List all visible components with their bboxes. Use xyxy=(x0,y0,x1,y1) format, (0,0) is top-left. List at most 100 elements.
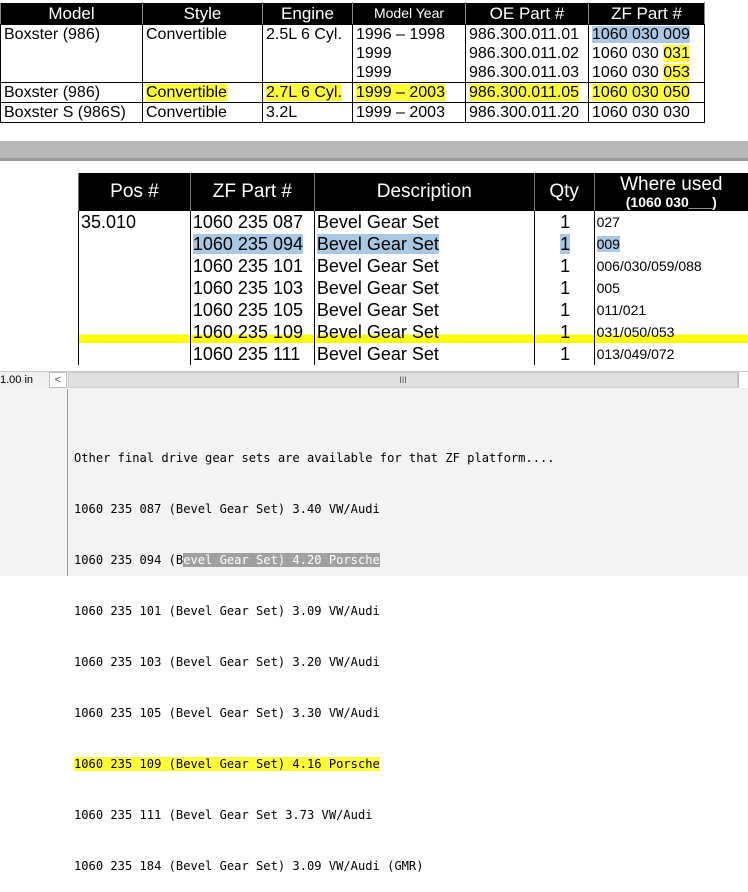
cell-zf-part: 1060 030 009 1060 030 031 1060 030 053 xyxy=(589,25,705,83)
scrollbar-thumb[interactable]: III xyxy=(68,372,738,388)
scroll-left-arrow-icon[interactable]: < xyxy=(49,372,67,388)
cell-engine: 2.7L 6 Cyl. xyxy=(263,83,353,103)
oe-line: 986.300.011.01 xyxy=(469,25,588,44)
cell-years: 1996 – 1998 1999 1999 xyxy=(353,25,466,83)
header-description: Description xyxy=(314,173,534,211)
text-highlight: 1060 235 109 (Bevel Gear Set) 4.16 Porsc… xyxy=(74,757,380,771)
header-zf-label: ZF Part # xyxy=(191,182,314,202)
table-row: 1060 235 101 Bevel Gear Set 1 006/030/05… xyxy=(79,255,748,277)
cell-pos xyxy=(79,299,191,321)
cell-style: Convertible xyxy=(143,25,263,83)
cell-style: Convertible xyxy=(143,103,263,123)
zf-selected-text: 1060 030 009 xyxy=(592,26,690,43)
cell-where-used: 013/049/072 xyxy=(594,343,748,365)
cell-pos xyxy=(79,233,191,255)
style-highlight: Convertible xyxy=(146,84,227,101)
header-where-used: Where used(1060 030___) xyxy=(594,173,748,211)
cell-zf-part: 1060 235 109 xyxy=(190,321,314,343)
cell-qty: 1 xyxy=(534,255,594,277)
header-engine: Engine xyxy=(263,3,353,25)
header-oe-part: OE Part # xyxy=(466,3,589,25)
year-line: 1999 xyxy=(356,44,465,63)
horizontal-scrollbar-row: 1.00 in < III xyxy=(0,371,748,390)
text-line-highlighted: 1060 235 109 (Bevel Gear Set) 4.16 Porsc… xyxy=(74,756,555,773)
cell-model: Boxster (986) xyxy=(1,83,143,103)
table-row-highlighted: Boxster (986) Convertible 2.7L 6 Cyl. 19… xyxy=(1,83,705,103)
zf-selected: 1060 235 094 xyxy=(193,234,303,254)
gear-table-header-row: Pos # ZF Part # Description Qty Where us… xyxy=(79,173,748,211)
panel-left-border xyxy=(67,389,68,576)
cell-description: Bevel Gear Set xyxy=(314,343,534,365)
ruler-measurement: 1.00 in xyxy=(0,373,33,387)
table-row: 35.010 1060 235 087 Bevel Gear Set 1 027 xyxy=(79,211,748,233)
zf-line: 1060 030 031 xyxy=(592,44,704,63)
table-row: Boxster S (986S) Convertible 3.2L 1999 –… xyxy=(1,103,705,123)
header-where-label: Where used xyxy=(595,175,748,195)
cell-where-used: 006/030/059/088 xyxy=(594,255,748,277)
text-line-start: 1060 235 094 (B xyxy=(74,553,183,567)
zf-prefix: 1060 030 xyxy=(592,45,663,62)
header-description-label: Description xyxy=(315,182,534,202)
table-row-selected: 1060 235 094 Bevel Gear Set 1 009 xyxy=(79,233,748,255)
text-line: 1060 235 184 (Bevel Gear Set) 3.09 VW/Au… xyxy=(74,858,555,875)
zf-highlight: 1060 030 050 xyxy=(592,84,690,101)
cell-zf-part: 1060 235 103 xyxy=(190,277,314,299)
scroll-right-edge[interactable] xyxy=(738,372,748,388)
cell-oe-part: 986.300.011.01 986.300.011.02 986.300.01… xyxy=(466,25,589,83)
model-table-header-row: Model Style Engine Model Year OE Part # … xyxy=(1,3,705,25)
cell-where-used: 027 xyxy=(594,211,748,233)
cell-qty: 1 xyxy=(534,343,594,365)
desc-selected: Bevel Gear Set xyxy=(317,234,439,254)
cell-description: Bevel Gear Set xyxy=(314,299,534,321)
table-row: 1060 235 105 Bevel Gear Set 1 011/021 xyxy=(79,299,748,321)
cell-engine: 3.2L xyxy=(263,103,353,123)
table-row: 1060 235 111 Bevel Gear Set 1 013/049/07… xyxy=(79,343,748,365)
year-line: 1999 xyxy=(356,63,465,82)
cell-zf-part: 1060 235 111 xyxy=(190,343,314,365)
cell-model: Boxster S (986S) xyxy=(1,103,143,123)
transmission-model-table: Model Style Engine Model Year OE Part # … xyxy=(0,2,705,123)
cell-style: Convertible xyxy=(143,83,263,103)
cell-qty: 1 xyxy=(534,233,594,255)
cell-where-used: 009 xyxy=(594,233,748,255)
header-zf-part: ZF Part # xyxy=(190,173,314,211)
table-row: Boxster (986) Convertible 2.5L 6 Cyl. 19… xyxy=(1,25,705,83)
years-highlight: 1999 – 2003 xyxy=(356,84,445,101)
cell-zf-part: 1060 235 087 xyxy=(190,211,314,233)
cell-pos xyxy=(79,343,191,365)
cell-zf-part: 1060 030 030 xyxy=(589,103,705,123)
table-row: 1060 235 103 Bevel Gear Set 1 005 xyxy=(79,277,748,299)
text-line: 1060 235 111 (Bevel Gear Set 3.73 VW/Aud… xyxy=(74,807,555,824)
text-line: 1060 235 087 (Bevel Gear Set) 3.40 VW/Au… xyxy=(74,501,555,518)
zf-highlight-suffix: 031 xyxy=(663,45,690,62)
header-qty-label: Qty xyxy=(535,182,594,202)
cell-zf-part: 1060 030 050 xyxy=(589,83,705,103)
text-line: 1060 235 101 (Bevel Gear Set) 3.09 VW/Au… xyxy=(74,603,555,620)
text-line: 1060 235 105 (Bevel Gear Set) 3.30 VW/Au… xyxy=(74,705,555,722)
table-row-highlighted: 1060 235 109 Bevel Gear Set 1 031/050/05… xyxy=(79,321,748,343)
header-model-year: Model Year xyxy=(353,3,466,25)
window-divider-strip xyxy=(0,158,748,161)
oe-highlight: 986.300.011.05 xyxy=(469,84,579,101)
header-style: Style xyxy=(143,3,263,25)
year-line: 1996 – 1998 xyxy=(356,25,465,44)
cell-zf-part: 1060 235 094 xyxy=(190,233,314,255)
zf-highlight-suffix: 053 xyxy=(663,64,690,81)
cell-years: 1999 – 2003 xyxy=(353,83,466,103)
cell-pos xyxy=(79,321,191,343)
cell-years: 1999 – 2003 xyxy=(353,103,466,123)
cell-description: Bevel Gear Set xyxy=(314,277,534,299)
zf-prefix: 1060 030 xyxy=(592,64,663,81)
cell-qty: 1 xyxy=(534,321,594,343)
oe-line: 986.300.011.02 xyxy=(469,44,588,63)
cell-pos: 35.010 xyxy=(79,211,191,233)
cell-model: Boxster (986) xyxy=(1,25,143,83)
cell-pos xyxy=(79,277,191,299)
gear-set-text[interactable]: Other final drive gear sets are availabl… xyxy=(74,416,555,892)
cell-where-used: 031/050/053 xyxy=(594,321,748,343)
cell-description: Bevel Gear Set xyxy=(314,321,534,343)
cell-where-used: 005 xyxy=(594,277,748,299)
cell-description: Bevel Gear Set xyxy=(314,255,534,277)
qty-selected: 1 xyxy=(560,234,570,254)
where-selected: 009 xyxy=(597,236,620,252)
